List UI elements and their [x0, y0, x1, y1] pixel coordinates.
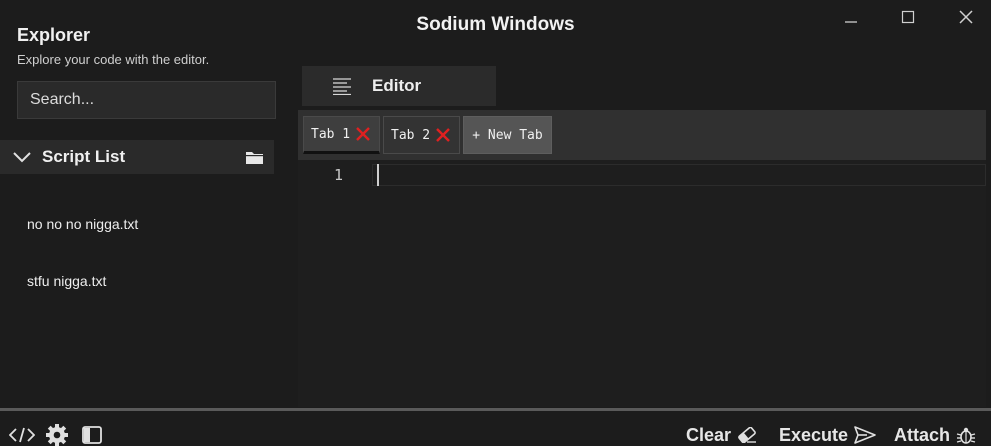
close-icon	[959, 10, 973, 24]
code-view-button[interactable]	[9, 425, 35, 445]
tab-close-button[interactable]	[434, 126, 452, 144]
settings-button[interactable]	[46, 424, 68, 446]
editor-nav-label: Editor	[372, 76, 422, 95]
current-line-highlight	[372, 164, 986, 186]
explorer-subtitle: Explore your code with the editor.	[17, 52, 210, 67]
script-item[interactable]: stfu nigga.txt	[27, 273, 106, 289]
lines-icon	[333, 78, 351, 95]
execute-label: Execute	[779, 424, 849, 445]
close-icon	[436, 128, 450, 142]
tab-close-button[interactable]	[354, 125, 372, 143]
close-button[interactable]	[946, 4, 986, 30]
tab-label: Tab 2	[391, 127, 431, 143]
tab-label: Tab 1	[311, 126, 351, 142]
code-icon	[9, 427, 35, 443]
send-icon	[854, 426, 876, 444]
new-tab-button[interactable]: + New Tab	[463, 116, 552, 154]
open-folder-button[interactable]	[245, 150, 264, 170]
bug-icon	[956, 427, 976, 444]
tab-2[interactable]: Tab 2	[383, 116, 460, 154]
close-icon	[356, 127, 370, 141]
minimize-icon	[845, 21, 857, 23]
sidebar-icon	[82, 426, 102, 444]
line-number: 1	[334, 166, 344, 184]
tab-1[interactable]: Tab 1	[303, 116, 380, 154]
editor-nav-button[interactable]: Editor	[302, 66, 496, 106]
chevron-down-icon[interactable]	[12, 150, 32, 164]
new-tab-label: + New Tab	[472, 127, 543, 143]
maximize-icon	[901, 10, 915, 24]
attach-label: Attach	[894, 424, 951, 445]
execute-button[interactable]: Execute	[779, 424, 876, 446]
code-editor[interactable]	[298, 160, 986, 407]
maximize-button[interactable]	[888, 4, 928, 30]
search-input[interactable]	[17, 81, 276, 119]
script-item[interactable]: no no no nigga.txt	[27, 216, 138, 232]
script-list-label: Script List	[42, 147, 126, 166]
gear-icon	[46, 424, 68, 446]
sidebar-toggle-button[interactable]	[82, 425, 102, 445]
folder-icon	[246, 152, 263, 164]
bottom-divider	[0, 408, 991, 411]
eraser-icon	[738, 427, 757, 443]
script-list-header[interactable]: Script List	[0, 140, 274, 174]
minimize-button[interactable]	[831, 4, 871, 30]
attach-button[interactable]: Attach	[894, 424, 976, 446]
clear-button[interactable]: Clear	[686, 424, 757, 446]
text-caret	[377, 164, 379, 186]
explorer-title: Explorer	[17, 25, 91, 45]
clear-label: Clear	[686, 424, 732, 445]
